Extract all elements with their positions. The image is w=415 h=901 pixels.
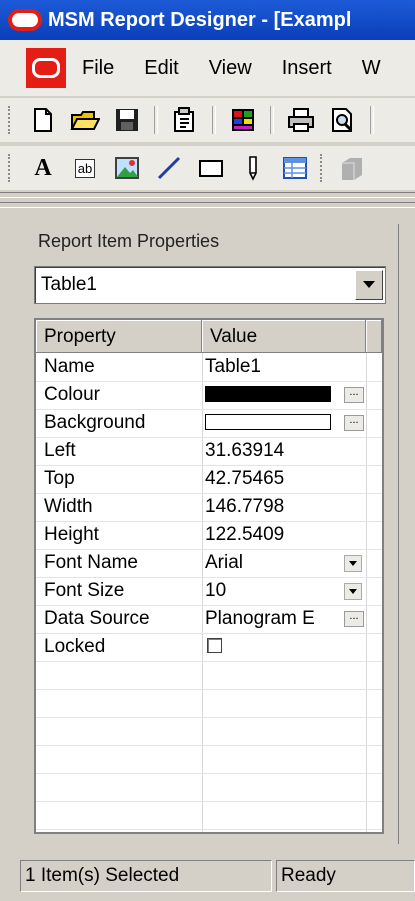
color-palette-icon[interactable] bbox=[228, 105, 258, 135]
ellipsis-button[interactable]: ... bbox=[344, 387, 364, 403]
property-value[interactable]: 122.5409 bbox=[205, 521, 367, 549]
table-row bbox=[36, 801, 382, 830]
property-name: Locked bbox=[44, 636, 106, 657]
pencil-tool-icon[interactable] bbox=[238, 153, 268, 183]
column-header-filler bbox=[366, 320, 382, 353]
rectangle-tool-icon[interactable] bbox=[196, 153, 226, 183]
print-icon[interactable] bbox=[286, 105, 316, 135]
table-row[interactable]: Width 146.7798 bbox=[36, 493, 382, 522]
properties-icon[interactable] bbox=[170, 105, 200, 135]
toolbar-divider bbox=[0, 202, 415, 208]
title-bar: MSM Report Designer - [Exampl bbox=[0, 0, 415, 40]
property-name: Left bbox=[44, 440, 76, 461]
toolbar-separator bbox=[154, 106, 158, 134]
column-header-value[interactable]: Value bbox=[202, 320, 366, 353]
property-name: Font Size bbox=[44, 580, 125, 601]
new-icon[interactable] bbox=[28, 105, 58, 135]
table-row[interactable]: Height 122.5409 bbox=[36, 521, 382, 550]
table-row[interactable]: Left 31.63914 bbox=[36, 437, 382, 466]
table-row bbox=[36, 773, 382, 802]
print-preview-icon[interactable] bbox=[328, 105, 358, 135]
table-row[interactable]: Name Table1 bbox=[36, 353, 382, 382]
chevron-down-icon[interactable] bbox=[344, 555, 362, 572]
table-row[interactable]: Font Size 10 bbox=[36, 577, 382, 606]
table-row[interactable]: Data Source Planogram E... bbox=[36, 605, 382, 634]
text-tool-label: A bbox=[34, 154, 52, 181]
table-row[interactable]: Colour... bbox=[36, 381, 382, 410]
ellipsis-button[interactable]: ... bbox=[344, 415, 364, 431]
table-row bbox=[36, 661, 382, 690]
ellipsis-button[interactable]: ... bbox=[344, 611, 364, 627]
property-value[interactable]: Table1 bbox=[205, 353, 367, 381]
menu-bar: File Edit View Insert W bbox=[0, 40, 415, 96]
table-row bbox=[36, 689, 382, 718]
app-menu-icon[interactable] bbox=[26, 48, 66, 88]
status-selection: 1 Item(s) Selected bbox=[20, 860, 272, 892]
property-value[interactable]: 31.63914 bbox=[205, 437, 367, 465]
menu-window[interactable]: W bbox=[362, 57, 381, 80]
drawing-toolbar: A ab bbox=[0, 146, 415, 190]
menu-insert[interactable]: Insert bbox=[282, 57, 332, 80]
color-swatch bbox=[205, 386, 331, 402]
toolbar-separator bbox=[212, 106, 216, 134]
gray-box-icon[interactable] bbox=[336, 153, 366, 183]
menu-file[interactable]: File bbox=[82, 57, 114, 80]
table-row bbox=[36, 717, 382, 746]
toolbar-grip[interactable] bbox=[8, 154, 14, 182]
table-row bbox=[36, 745, 382, 774]
table-row[interactable]: Background... bbox=[36, 409, 382, 438]
line-tool-icon[interactable] bbox=[154, 153, 184, 183]
property-name: Width bbox=[44, 496, 93, 517]
chevron-down-icon[interactable] bbox=[344, 583, 362, 600]
property-name: Data Source bbox=[44, 608, 150, 629]
textbox-tool-label: ab bbox=[74, 158, 96, 178]
oracle-logo-icon bbox=[8, 9, 42, 31]
property-value[interactable]: 42.75465 bbox=[205, 465, 367, 493]
property-name: Name bbox=[44, 356, 95, 377]
property-value[interactable]: 146.7798 bbox=[205, 493, 367, 521]
property-value[interactable] bbox=[205, 633, 367, 661]
window-title: MSM Report Designer - [Exampl bbox=[48, 8, 352, 31]
column-header-property[interactable]: Property bbox=[36, 320, 202, 353]
open-folder-icon[interactable] bbox=[70, 105, 100, 135]
locked-checkbox[interactable] bbox=[207, 638, 222, 653]
status-state: Ready bbox=[276, 860, 415, 892]
status-bar: 1 Item(s) Selected Ready bbox=[0, 850, 415, 901]
object-selector[interactable]: Table1 bbox=[34, 266, 386, 304]
toolbar-separator bbox=[370, 106, 374, 134]
toolbar-grip[interactable] bbox=[8, 106, 14, 134]
table-row[interactable]: Top 42.75465 bbox=[36, 465, 382, 494]
table-tool-icon[interactable] bbox=[280, 153, 310, 183]
chevron-down-icon[interactable] bbox=[355, 270, 383, 300]
property-value[interactable]: Arial bbox=[205, 549, 367, 577]
panel-title: Report Item Properties bbox=[38, 231, 220, 251]
property-value[interactable]: 10 bbox=[205, 577, 367, 605]
menu-view[interactable]: View bbox=[209, 57, 252, 80]
text-tool-icon[interactable]: A bbox=[28, 153, 58, 183]
toolbar-grip[interactable] bbox=[320, 154, 326, 182]
window-right-edge bbox=[398, 224, 415, 844]
textbox-tool-icon[interactable]: ab bbox=[70, 153, 100, 183]
menu-edit[interactable]: Edit bbox=[144, 57, 178, 80]
selected-object: Table1 bbox=[41, 274, 97, 295]
toolbar-separator bbox=[270, 106, 274, 134]
standard-toolbar bbox=[0, 98, 415, 142]
image-tool-icon[interactable] bbox=[112, 153, 142, 183]
toolbar-divider bbox=[0, 192, 415, 198]
property-name: Font Name bbox=[44, 552, 138, 573]
property-value[interactable]: Planogram E bbox=[205, 605, 367, 633]
property-grid: Property Value Name Table1 Colour... Backgr… bbox=[34, 318, 384, 834]
property-name: Height bbox=[44, 524, 99, 545]
save-icon[interactable] bbox=[112, 105, 142, 135]
property-name: Colour bbox=[44, 384, 100, 405]
table-row[interactable]: Font Name Arial bbox=[36, 549, 382, 578]
property-name: Background bbox=[44, 412, 146, 433]
property-name: Top bbox=[44, 468, 75, 489]
color-swatch bbox=[205, 414, 331, 430]
table-row[interactable]: Locked bbox=[36, 633, 382, 662]
